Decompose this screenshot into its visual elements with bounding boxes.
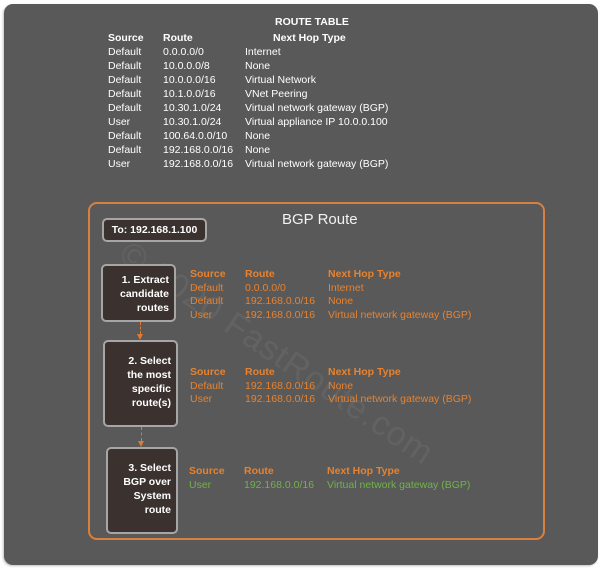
step-label-line: 3. Select (128, 462, 171, 474)
cell-source: User (108, 158, 131, 170)
arrow-down-icon (138, 427, 144, 447)
cell-route: 0.0.0.0/0 (163, 46, 204, 58)
cell-next-hop: None (245, 130, 271, 142)
step-2-box: 2. Select the most specific route(s) (103, 340, 178, 427)
table-row: Default 192.168.0.0/16 None (190, 295, 471, 309)
header-next-hop: Next Hop Type (273, 32, 346, 44)
cell-next-hop: Virtual network gateway (BGP) (327, 478, 471, 491)
step-label-line: routes (136, 302, 169, 314)
header-source: Source (189, 465, 225, 477)
cell-route: 10.30.1.0/24 (163, 116, 222, 128)
table-row: User 192.168.0.0/16 Virtual network gatewa… (108, 157, 388, 171)
step-1-box: 1. Extract candidate routes (101, 264, 176, 322)
step-label-line: 1. Extract (121, 274, 169, 286)
table-row: Default 192.168.0.0/16 None (108, 143, 388, 157)
step-label-line: System (133, 490, 171, 502)
bgp-route-title: BGP Route (282, 211, 358, 228)
table-row: Default 0.0.0.0/0 Internet (108, 45, 388, 59)
cell-source: Default (190, 379, 224, 392)
header-next-hop: Next Hop Type (328, 366, 401, 378)
step-3-table: Source Route Next Hop Type User 192.168.0.0… (189, 465, 470, 492)
cell-source: Default (108, 130, 142, 142)
cell-route: 192.168.0.0/16 (245, 393, 316, 405)
cell-next-hop: None (245, 144, 271, 156)
header-source: Source (108, 32, 144, 44)
table-row: User 10.30.1.0/24 Virtual appliance IP 10.… (108, 115, 388, 129)
table-row: Default 10.0.0.0/16 Virtual Network (108, 73, 388, 87)
table-row: Default 100.64.0.0/10 None (108, 129, 388, 143)
cell-route: 192.168.0.0/16 (245, 379, 316, 392)
step-2-table: Source Route Next Hop Type Default 192.168.… (190, 366, 471, 407)
cell-source: Default (190, 281, 224, 294)
table-row: User 192.168.0.0/16 Virtual network gatewa… (190, 309, 471, 323)
table-row: Default 0.0.0.0/0 Internet (190, 282, 471, 296)
step-table-header: Source Route Next Hop Type (189, 465, 470, 479)
cell-source: Default (108, 144, 142, 156)
header-source: Source (190, 268, 226, 280)
table-row: User 192.168.0.0/16 Virtual network gatewa… (190, 393, 471, 407)
cell-route: 0.0.0.0/0 (245, 281, 286, 294)
cell-next-hop: None (245, 60, 271, 72)
header-route: Route (245, 366, 275, 378)
cell-next-hop: Internet (328, 281, 364, 294)
route-table-title: ROUTE TABLE (275, 16, 349, 28)
cell-route: 10.30.1.0/24 (163, 102, 222, 114)
step-table-header: Source Route Next Hop Type (190, 366, 471, 380)
cell-next-hop: Virtual Network (245, 74, 316, 86)
table-row: Default 10.30.1.0/24 Virtual network gatew… (108, 101, 388, 115)
cell-source: User (190, 393, 213, 405)
cell-next-hop: VNet Peering (245, 88, 308, 100)
cell-next-hop: Internet (245, 46, 281, 58)
header-next-hop: Next Hop Type (327, 465, 400, 477)
arrow-down-icon (137, 322, 143, 340)
cell-route: 10.0.0.0/16 (163, 74, 216, 86)
cell-next-hop: Virtual network gateway (BGP) (245, 102, 389, 114)
step-label-line: BGP over (123, 476, 171, 488)
cell-next-hop: Virtual network gateway (BGP) (245, 158, 389, 170)
destination-box: To: 192.168.1.100 (102, 218, 207, 242)
table-row: Default 10.1.0.0/16 VNet Peering (108, 87, 388, 101)
cell-next-hop: Virtual appliance IP 10.0.0.100 (245, 116, 388, 128)
step-label-line: route(s) (131, 397, 171, 409)
step-label-line: candidate (119, 288, 169, 300)
cell-route: 192.168.0.0/16 (244, 478, 315, 491)
step-label-line: specific (131, 383, 171, 395)
cell-source: Default (108, 102, 142, 114)
route-table-header: Source Route Next Hop Type (108, 31, 388, 45)
selected-route-row: User 192.168.0.0/16 Virtual network gatewa… (189, 479, 470, 493)
cell-next-hop: Virtual network gateway (BGP) (328, 393, 472, 405)
cell-route: 192.168.0.0/16 (163, 144, 234, 156)
cell-source: Default (108, 60, 142, 72)
step-3-box: 3. Select BGP over System route (106, 447, 178, 534)
cell-source: Default (108, 46, 142, 58)
cell-next-hop: None (328, 295, 354, 307)
table-row: Default 10.0.0.0/8 None (108, 59, 388, 73)
cell-source: User (189, 478, 212, 491)
cell-route: 10.1.0.0/16 (163, 88, 216, 100)
cell-next-hop: Virtual network gateway (BGP) (328, 308, 472, 321)
table-row: Default 192.168.0.0/16 None (190, 380, 471, 394)
cell-route: 192.168.0.0/16 (245, 295, 316, 307)
header-route: Route (163, 32, 193, 44)
cell-route: 192.168.0.0/16 (163, 158, 234, 170)
header-source: Source (190, 366, 226, 378)
cell-source: Default (108, 88, 142, 100)
cell-source: User (190, 308, 213, 321)
header-next-hop: Next Hop Type (328, 268, 401, 280)
step-1-table: Source Route Next Hop Type Default 0.0.0.0/… (190, 268, 471, 322)
header-route: Route (245, 268, 275, 280)
step-label-line: 2. Select (128, 355, 171, 367)
cell-route: 10.0.0.0/8 (163, 60, 210, 72)
step-label-line: the most (127, 369, 171, 381)
route-table: Source Route Next Hop Type Default 0.0.0.… (108, 31, 388, 171)
step-table-header: Source Route Next Hop Type (190, 268, 471, 282)
step-label-line: route (144, 504, 171, 516)
cell-source: User (108, 116, 131, 128)
header-route: Route (244, 465, 274, 477)
cell-source: Default (190, 295, 224, 307)
cell-source: Default (108, 74, 142, 86)
cell-next-hop: None (328, 379, 354, 392)
cell-route: 100.64.0.0/10 (163, 130, 228, 142)
cell-route: 192.168.0.0/16 (245, 308, 316, 321)
